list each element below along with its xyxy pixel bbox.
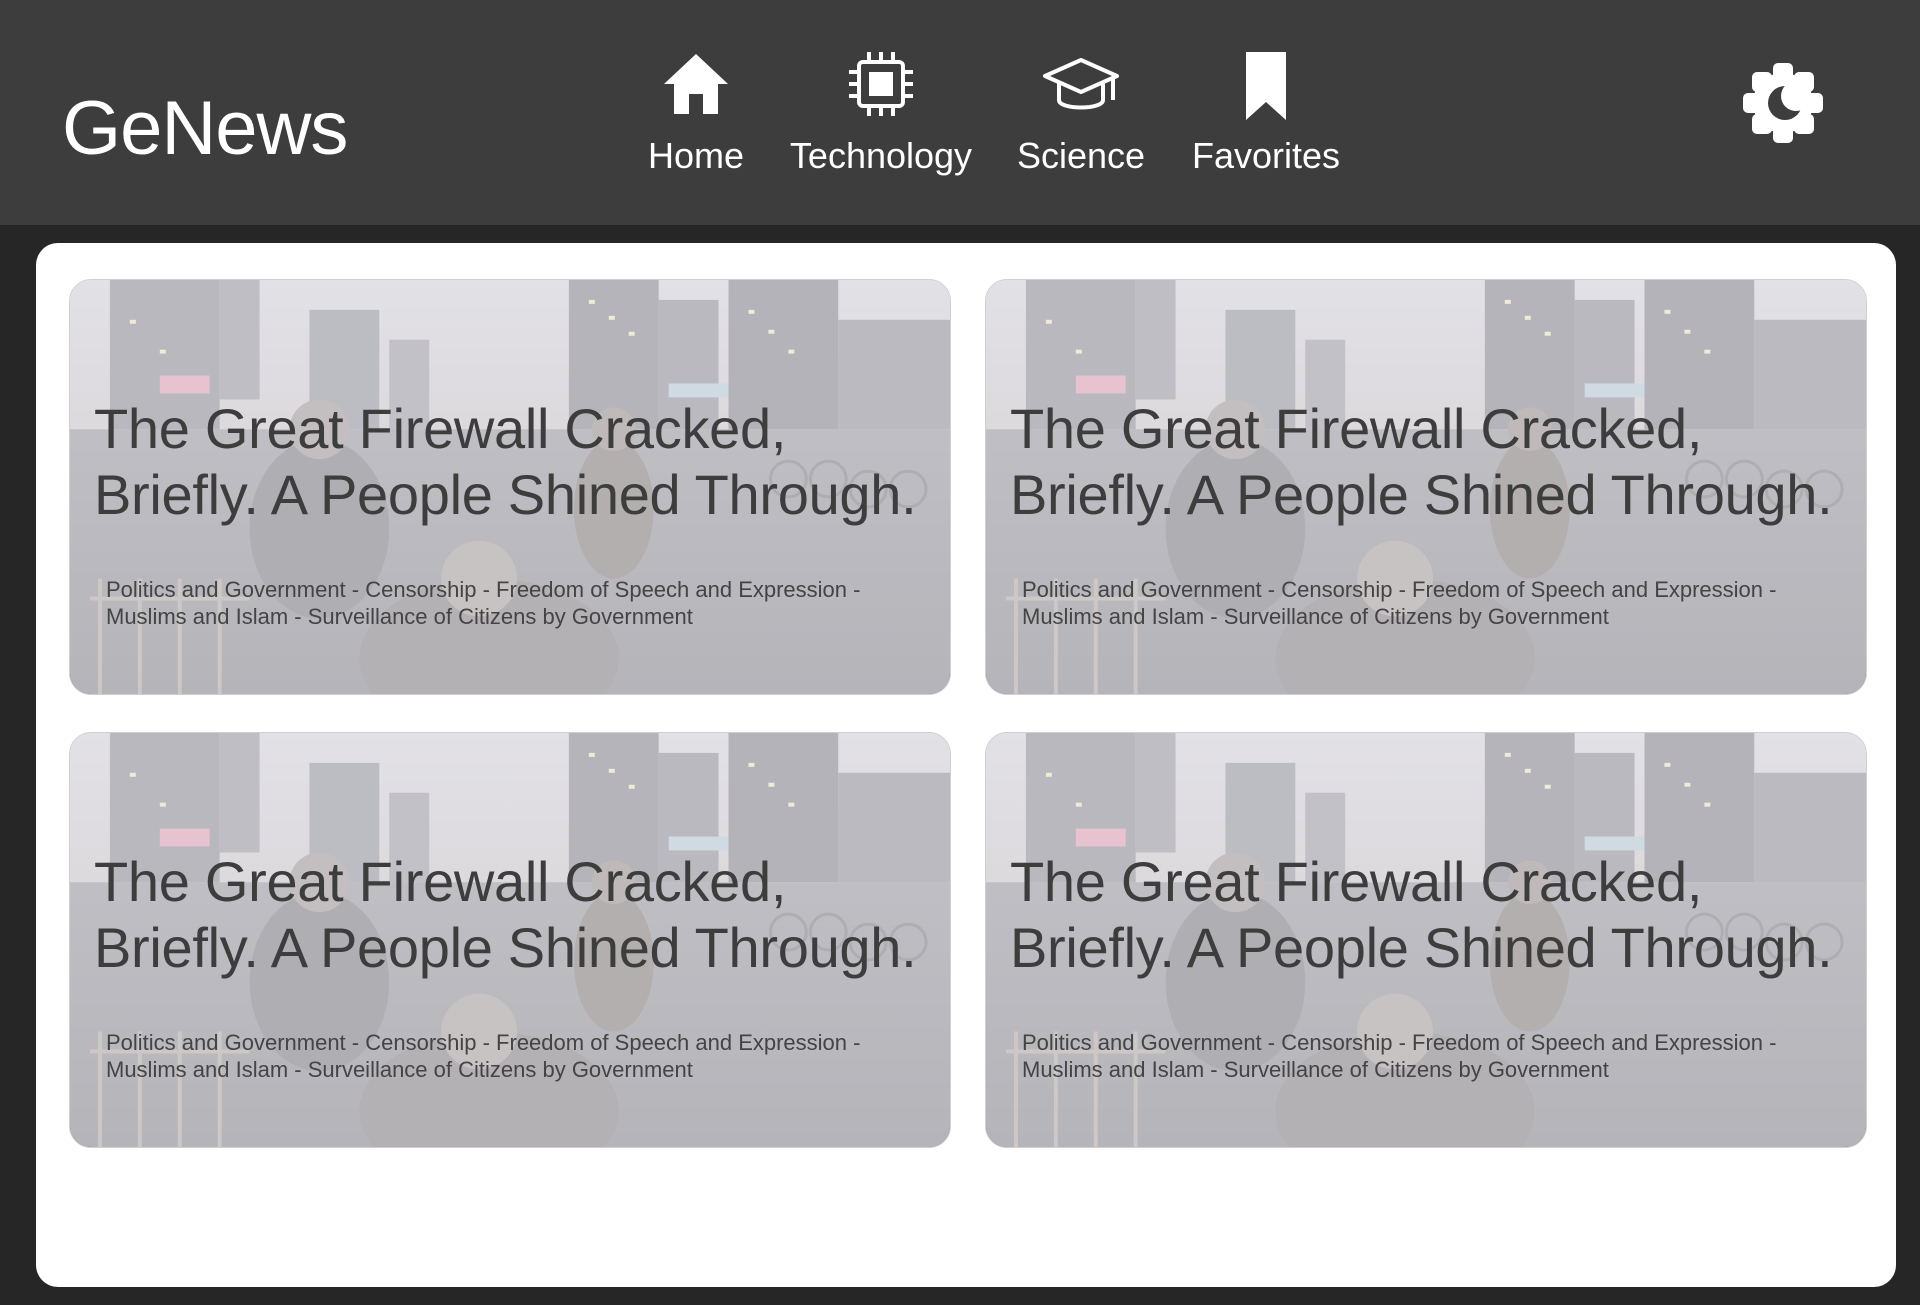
nav-label-home: Home xyxy=(647,135,745,176)
nav-label-technology: Technology xyxy=(789,135,973,176)
article-title[interactable]: The Great Firewall Cracked, Briefly. A P… xyxy=(1010,849,1860,981)
home-icon xyxy=(664,54,728,114)
bookmark-icon xyxy=(1246,52,1286,120)
nav-item-favorites[interactable]: Favorites xyxy=(1186,48,1346,198)
article-card[interactable]: The Great Firewall Cracked, Briefly. A P… xyxy=(69,732,951,1148)
app-header: GeNews Home Technology Science Favorites xyxy=(0,0,1920,225)
graduation-cap-icon xyxy=(1043,58,1119,110)
article-card[interactable]: The Great Firewall Cracked, Briefly. A P… xyxy=(985,732,1867,1148)
theme-toggle-button[interactable] xyxy=(1740,60,1826,146)
article-card[interactable]: The Great Firewall Cracked, Briefly. A P… xyxy=(69,279,951,695)
article-tags: Politics and Government - Censorship - F… xyxy=(1022,1030,1777,1082)
chip-icon xyxy=(849,52,913,116)
nav-item-technology[interactable]: Technology xyxy=(786,48,976,198)
article-tags: Politics and Government - Censorship - F… xyxy=(1022,577,1777,629)
article-tags: Politics and Government - Censorship - F… xyxy=(106,1030,861,1082)
nav-label-favorites: Favorites xyxy=(1191,135,1341,176)
article-grid: The Great Firewall Cracked, Briefly. A P… xyxy=(36,243,1896,1287)
article-title[interactable]: The Great Firewall Cracked, Briefly. A P… xyxy=(1010,396,1860,528)
article-tags: Politics and Government - Censorship - F… xyxy=(106,577,861,629)
nav-label-science: Science xyxy=(1016,135,1146,176)
article-title[interactable]: The Great Firewall Cracked, Briefly. A P… xyxy=(94,396,944,528)
nav-item-home[interactable]: Home xyxy=(646,48,746,198)
article-card[interactable]: The Great Firewall Cracked, Briefly. A P… xyxy=(985,279,1867,695)
main-nav: Home Technology Science Favorites xyxy=(0,48,1920,198)
article-title[interactable]: The Great Firewall Cracked, Briefly. A P… xyxy=(94,849,944,981)
theme-toggle-icon xyxy=(1743,63,1823,143)
nav-item-science[interactable]: Science xyxy=(1016,48,1146,198)
